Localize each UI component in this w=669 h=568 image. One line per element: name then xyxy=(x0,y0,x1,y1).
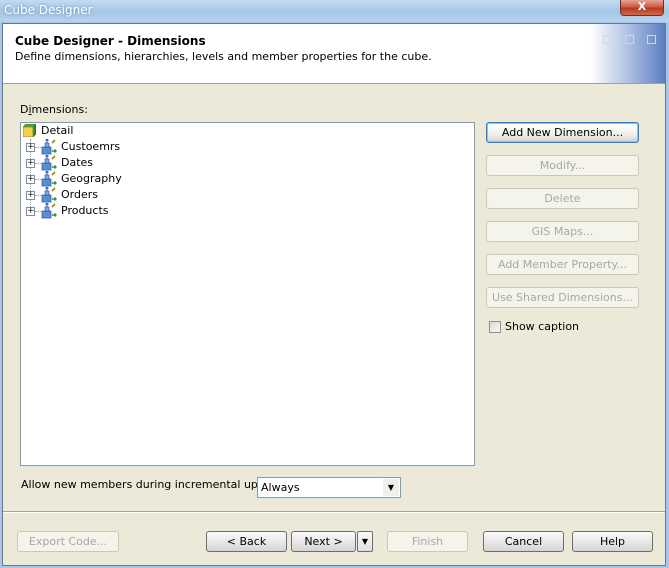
dimensions-label: Dimensions: xyxy=(20,103,88,116)
show-caption-label[interactable]: Show caption xyxy=(505,320,579,333)
add-new-dimension-button[interactable]: Add New Dimension... xyxy=(486,122,639,143)
page-title: Cube Designer - Dimensions xyxy=(15,34,206,48)
close-icon: X xyxy=(637,0,647,13)
tree-item-label: Dates xyxy=(61,156,94,169)
dimensions-tree[interactable]: Detail + Custoemrs + Dates + Geography +… xyxy=(20,122,475,466)
tree-item-custoemrs[interactable]: + Custoemrs xyxy=(21,139,221,155)
tree-item-label: Products xyxy=(61,204,109,217)
expand-icon[interactable]: + xyxy=(26,207,35,216)
header-decoration-icon xyxy=(603,35,612,44)
tree-item-label: Geography xyxy=(61,172,122,185)
export-code-button[interactable]: Export Code... xyxy=(17,531,119,552)
add-member-property-button[interactable]: Add Member Property... xyxy=(486,254,639,275)
dimension-icon xyxy=(41,171,57,187)
modify-button[interactable]: Modify... xyxy=(486,155,639,176)
back-button[interactable]: < Back xyxy=(206,531,287,552)
tree-item-label: Detail xyxy=(41,124,74,137)
help-button[interactable]: Help xyxy=(572,531,653,552)
finish-button[interactable]: Finish xyxy=(387,531,468,552)
incremental-update-select[interactable]: Always ▼ xyxy=(257,477,401,498)
footer-divider xyxy=(3,511,665,513)
tree-item-dates[interactable]: + Dates xyxy=(21,155,221,171)
incremental-update-label: Allow new members during incremental upd… xyxy=(21,478,287,491)
expand-icon[interactable]: + xyxy=(26,175,35,184)
wizard-header: Cube Designer - Dimensions Define dimens… xyxy=(3,24,665,84)
cancel-button[interactable]: Cancel xyxy=(483,531,564,552)
dimension-icon xyxy=(41,203,57,219)
tree-item-products[interactable]: + Products xyxy=(21,203,221,219)
tree-item-geography[interactable]: + Geography xyxy=(21,171,221,187)
expand-icon[interactable]: + xyxy=(26,191,35,200)
header-decoration-icon xyxy=(625,35,634,44)
expand-icon[interactable]: + xyxy=(26,159,35,168)
dimension-icon xyxy=(41,187,57,203)
close-button[interactable]: X xyxy=(620,0,664,16)
delete-button[interactable]: Delete xyxy=(486,188,639,209)
window-title: Cube Designer xyxy=(4,3,93,17)
show-caption-checkbox[interactable] xyxy=(489,321,501,333)
header-decoration-icon xyxy=(647,35,656,44)
tree-item-detail[interactable]: Detail xyxy=(21,123,221,139)
next-button[interactable]: Next > xyxy=(291,531,356,552)
select-value: Always xyxy=(261,481,300,494)
cube-icon xyxy=(23,124,36,137)
title-bar: Cube Designer X xyxy=(0,0,669,22)
tree-item-label: Orders xyxy=(61,188,98,201)
chevron-down-icon[interactable]: ▼ xyxy=(383,479,399,496)
use-shared-dimensions-button[interactable]: Use Shared Dimensions... xyxy=(486,287,639,308)
header-gradient xyxy=(590,24,665,83)
gis-maps-button[interactable]: GIS Maps... xyxy=(486,221,639,242)
tree-item-label: Custoemrs xyxy=(61,140,121,153)
dimension-icon xyxy=(41,155,57,171)
dialog-body: Cube Designer - Dimensions Define dimens… xyxy=(2,23,666,566)
next-dropdown-chevron-icon[interactable]: ▼ xyxy=(357,531,373,552)
page-subtitle: Define dimensions, hierarchies, levels a… xyxy=(15,50,432,63)
tree-item-orders[interactable]: + Orders xyxy=(21,187,221,203)
expand-icon[interactable]: + xyxy=(26,143,35,152)
dimension-icon xyxy=(41,139,57,155)
